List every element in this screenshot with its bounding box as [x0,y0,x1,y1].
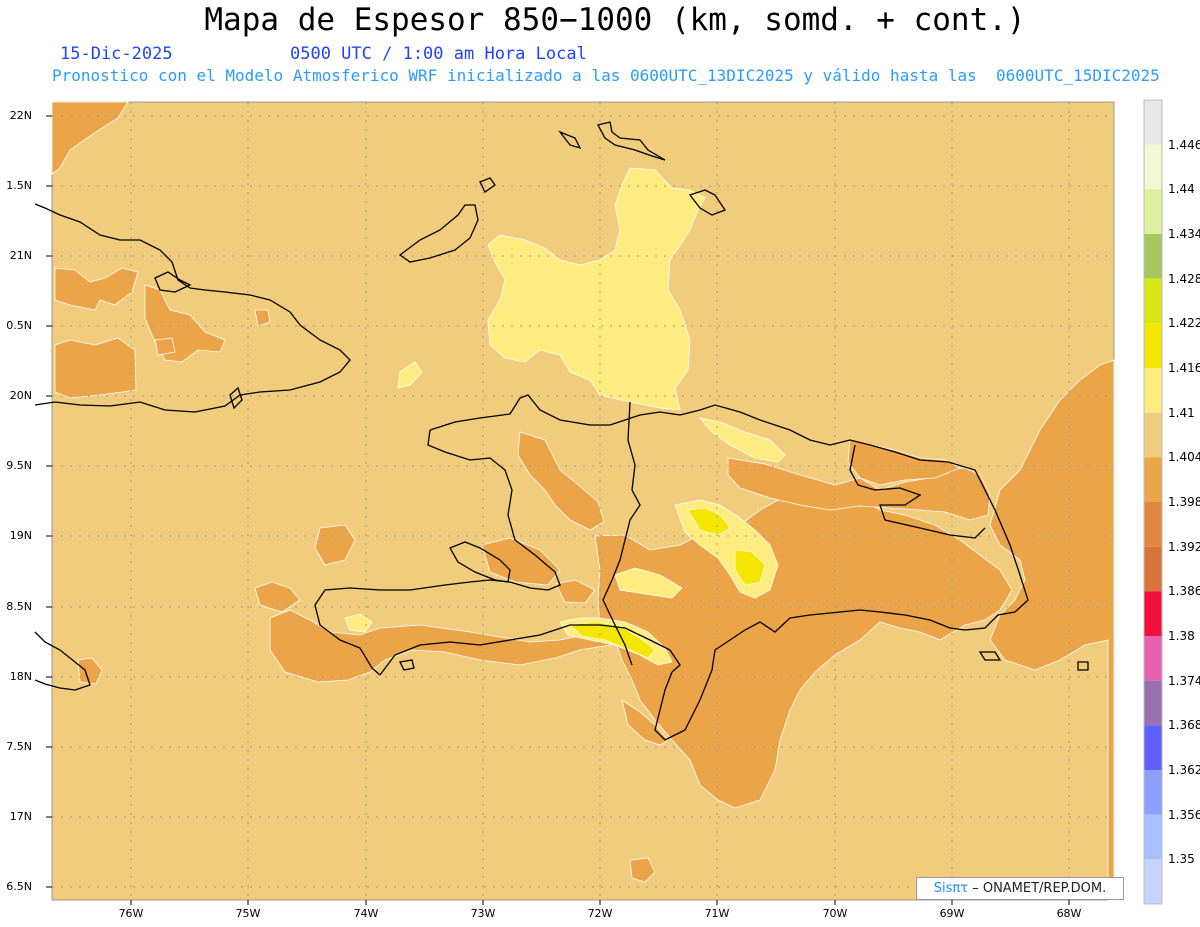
colorbar-label: 1.428 [1168,271,1200,286]
orange-islet-inagua [154,337,176,356]
colorbar-swatch [1144,100,1162,145]
credit-box: Sisπτ – ONAMET/REP.DOM. [916,877,1124,900]
colorbar-label: 1.398 [1168,495,1200,509]
colorbar-swatch [1144,412,1162,458]
lat-label: 19N [9,529,32,542]
colorbar-label: 1.386 [1168,584,1200,599]
lat-label: 9.5N [6,459,32,472]
colorbar-label: 1.374 [1168,673,1200,688]
colorbar-label: 1.434 [1168,227,1200,241]
colorbar-label: 1.422 [1168,316,1200,331]
lat-label: 18N [9,670,32,683]
lat-label: 0.5N [6,319,32,332]
colorbar-swatch [1144,189,1162,234]
lon-label: 72W [587,907,613,920]
lat-label: 20N [9,389,32,402]
lat-label: 21N [9,249,32,262]
colorbar-swatch [1144,725,1162,770]
colorbar-label: 1.404 [1168,450,1200,465]
lat-label: 17N [9,810,32,823]
lon-label: 69W [939,907,965,920]
lat-label: 7.5N [6,740,32,753]
colorbar-label: 1.356 [1168,807,1200,822]
credit-brand: Sisπτ [933,881,969,896]
colorbar-swatch [1144,323,1162,368]
lon-label: 76W [118,907,144,920]
credit-org: – ONAMET/REP.DOM. [972,881,1107,896]
colorbar-label: 1.368 [1168,718,1200,733]
lon-label: 68W [1056,907,1082,920]
colorbar-swatch [1144,591,1162,636]
colorbar-label: 1.392 [1168,539,1200,554]
colorbar-label: 1.38 [1168,629,1195,643]
colorbar-swatch [1144,814,1162,860]
colorbar-swatch [1144,502,1162,547]
lat-label: 1.5N [6,179,32,192]
lat-label: 8.5N [6,600,32,613]
colorbar-label: 1.362 [1168,763,1200,777]
colorbar-swatch [1144,770,1162,815]
lon-label: 71W [704,907,730,920]
lon-label: 73W [470,907,496,920]
colorbar-swatch [1144,144,1162,190]
lon-label: 70W [822,907,848,920]
lat-label: 22N [9,109,32,122]
thickness-map [34,99,1163,905]
lat-label: 6.5N [6,880,32,893]
colorbar-label: 1.44 [1168,182,1195,197]
colorbar-label: 1.41 [1168,405,1195,420]
colorbar-swatch [1144,636,1162,681]
colorbar-swatch [1144,680,1162,726]
colorbar-label: 1.35 [1168,852,1195,867]
colorbar-swatch [1144,368,1162,413]
orange-cuba-low [54,337,137,399]
colorbar [1143,99,1163,905]
colorbar-swatch [1144,546,1162,592]
colorbar-swatch [1144,234,1162,279]
lon-label: 74W [353,907,379,920]
colorbar-swatch [1144,278,1162,324]
colorbar-swatch [1144,457,1162,502]
lon-label: 75W [235,907,261,920]
colorbar-swatch [1144,859,1162,904]
colorbar-label: 1.446 [1168,137,1200,152]
colorbar-label: 1.416 [1168,361,1200,375]
